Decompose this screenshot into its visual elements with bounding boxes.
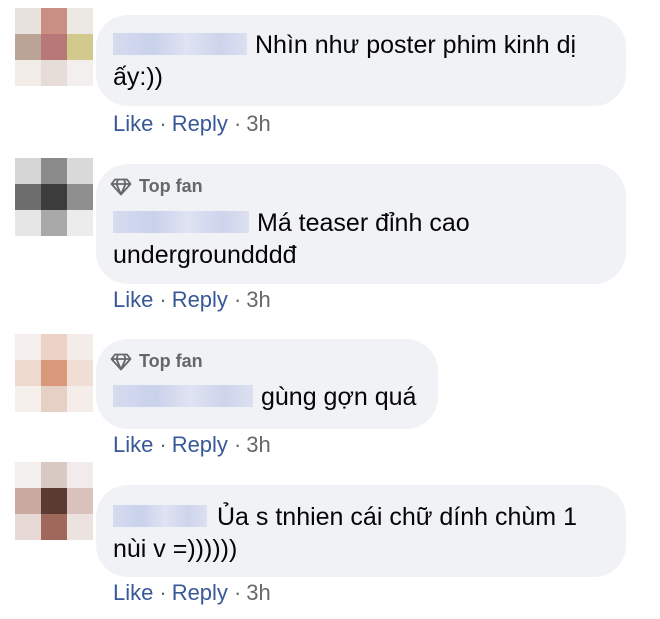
avatar-pixel <box>67 488 93 514</box>
top-fan-badge: Top fan <box>110 176 203 197</box>
avatar[interactable] <box>15 334 93 412</box>
commenter-name-blurred[interactable] <box>113 211 249 233</box>
separator-dot: · <box>159 111 167 136</box>
avatar-pixel <box>67 462 93 488</box>
avatar-pixel <box>67 184 93 210</box>
avatar[interactable] <box>15 158 93 236</box>
commenter-name-blurred[interactable] <box>113 33 247 55</box>
avatar-pixel <box>41 210 67 236</box>
comment-text-line1: gùng gợn quá <box>261 383 417 411</box>
separator-dot: · <box>233 111 242 136</box>
comment-text: gùng gợn quá <box>113 381 416 413</box>
comment-text: Nhìn như poster phim kinh dị ấy:)) <box>113 29 576 93</box>
separator-dot: · <box>159 287 167 312</box>
badge-label: Top fan <box>139 351 203 371</box>
timestamp[interactable]: 3h <box>246 287 270 312</box>
comment-text: Ủa s tnhien cái chữ dính chùm 1 nùi v =)… <box>113 501 577 565</box>
avatar-pixel <box>41 8 67 34</box>
avatar-pixel <box>15 386 41 412</box>
avatar-pixel <box>15 360 41 386</box>
like-link[interactable]: Like <box>113 432 153 457</box>
comment-text-line1: Nhìn như poster phim kinh dị <box>255 31 577 59</box>
reply-link[interactable]: Reply <box>172 287 228 312</box>
comment-text-line1: Ủa s tnhien cái chữ dính chùm 1 <box>217 503 577 531</box>
timestamp[interactable]: 3h <box>246 111 270 136</box>
comment-text: Má teaser đỉnh cao undergroundddđ <box>113 207 470 271</box>
reply-link[interactable]: Reply <box>172 580 228 605</box>
like-link[interactable]: Like <box>113 111 153 136</box>
avatar-pixel <box>67 386 93 412</box>
timestamp[interactable]: 3h <box>246 580 270 605</box>
separator-dot: · <box>233 432 242 457</box>
comment-text-line2: nùi v =)))))) <box>113 535 238 563</box>
comment-actions: Like · Reply · 3h <box>113 580 271 606</box>
comment-bubble: Nhìn như poster phim kinh dị ấy:)) <box>96 15 626 106</box>
comment-text-line1: Má teaser đỉnh cao <box>257 209 470 237</box>
reply-link[interactable]: Reply <box>172 432 228 457</box>
avatar-pixel <box>15 210 41 236</box>
separator-dot: · <box>233 580 242 605</box>
avatar-pixel <box>15 34 41 60</box>
comment-bubble: Ủa s tnhien cái chữ dính chùm 1 nùi v =)… <box>96 485 626 577</box>
comment-bubble: Top fan Má teaser đỉnh cao undergrounddd… <box>96 164 626 284</box>
avatar-pixel <box>15 8 41 34</box>
separator-dot: · <box>159 580 167 605</box>
avatar-pixel <box>41 60 67 86</box>
avatar-pixel <box>41 462 67 488</box>
avatar-pixel <box>67 210 93 236</box>
commenter-name-blurred[interactable] <box>113 505 207 527</box>
reply-link[interactable]: Reply <box>172 111 228 136</box>
avatar[interactable] <box>15 8 93 86</box>
avatar-pixel <box>41 34 67 60</box>
diamond-icon <box>110 353 132 370</box>
comment-bubble: Top fan gùng gợn quá <box>96 339 438 429</box>
avatar-pixel <box>67 360 93 386</box>
avatar-pixel <box>67 334 93 360</box>
separator-dot: · <box>233 287 242 312</box>
avatar-pixel <box>15 488 41 514</box>
avatar-pixel <box>15 462 41 488</box>
timestamp[interactable]: 3h <box>246 432 270 457</box>
avatar-pixel <box>15 334 41 360</box>
avatar-pixel <box>41 488 67 514</box>
avatar-pixel <box>15 60 41 86</box>
comment-text-line2: undergroundddđ <box>113 241 297 269</box>
avatar-pixel <box>15 158 41 184</box>
badge-label: Top fan <box>139 176 203 196</box>
avatar-pixel <box>41 386 67 412</box>
avatar-pixel <box>41 158 67 184</box>
avatar-pixel <box>67 34 93 60</box>
comment-text-line2: ấy:)) <box>113 63 163 91</box>
comment-actions: Like · Reply · 3h <box>113 111 271 137</box>
avatar-pixel <box>15 514 41 540</box>
diamond-icon <box>110 178 132 195</box>
avatar-pixel <box>67 158 93 184</box>
like-link[interactable]: Like <box>113 580 153 605</box>
avatar-pixel <box>41 184 67 210</box>
comment-actions: Like · Reply · 3h <box>113 287 271 313</box>
avatar-pixel <box>41 360 67 386</box>
avatar-pixel <box>67 8 93 34</box>
top-fan-badge: Top fan <box>110 351 203 372</box>
like-link[interactable]: Like <box>113 287 153 312</box>
avatar-pixel <box>67 60 93 86</box>
avatar-pixel <box>67 514 93 540</box>
avatar-pixel <box>41 334 67 360</box>
avatar-pixel <box>41 514 67 540</box>
avatar[interactable] <box>15 462 93 540</box>
avatar-pixel <box>15 184 41 210</box>
separator-dot: · <box>159 432 167 457</box>
comment-actions: Like · Reply · 3h <box>113 432 271 458</box>
commenter-name-blurred[interactable] <box>113 385 253 407</box>
